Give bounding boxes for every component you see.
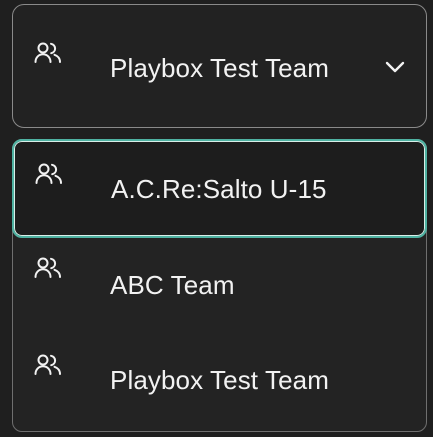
team-option-label: ABC Team (110, 270, 235, 300)
team-select[interactable]: Playbox Test Team (12, 4, 427, 128)
team-option-label: Playbox Test Team (110, 365, 329, 395)
team-icon (32, 351, 64, 379)
team-option-acresalto-u15[interactable]: A.C.Re:Salto U-15 (12, 139, 427, 238)
chevron-down-icon[interactable] (383, 59, 407, 75)
team-options-menu: A.C.Re:Salto U-15 ABC Team Playbox Test … (12, 139, 427, 432)
team-icon (32, 39, 64, 67)
team-option-abc-team[interactable]: ABC Team (13, 238, 426, 334)
team-option-playbox-test-team[interactable]: Playbox Test Team (13, 334, 426, 430)
team-icon (32, 254, 64, 282)
team-option-label: A.C.Re:Salto U-15 (111, 174, 327, 204)
team-selector: Playbox Test Team A.C.Re:Salto U-15 ABC … (0, 0, 433, 437)
selected-team-label: Playbox Test Team (110, 53, 329, 83)
team-icon (33, 160, 65, 188)
